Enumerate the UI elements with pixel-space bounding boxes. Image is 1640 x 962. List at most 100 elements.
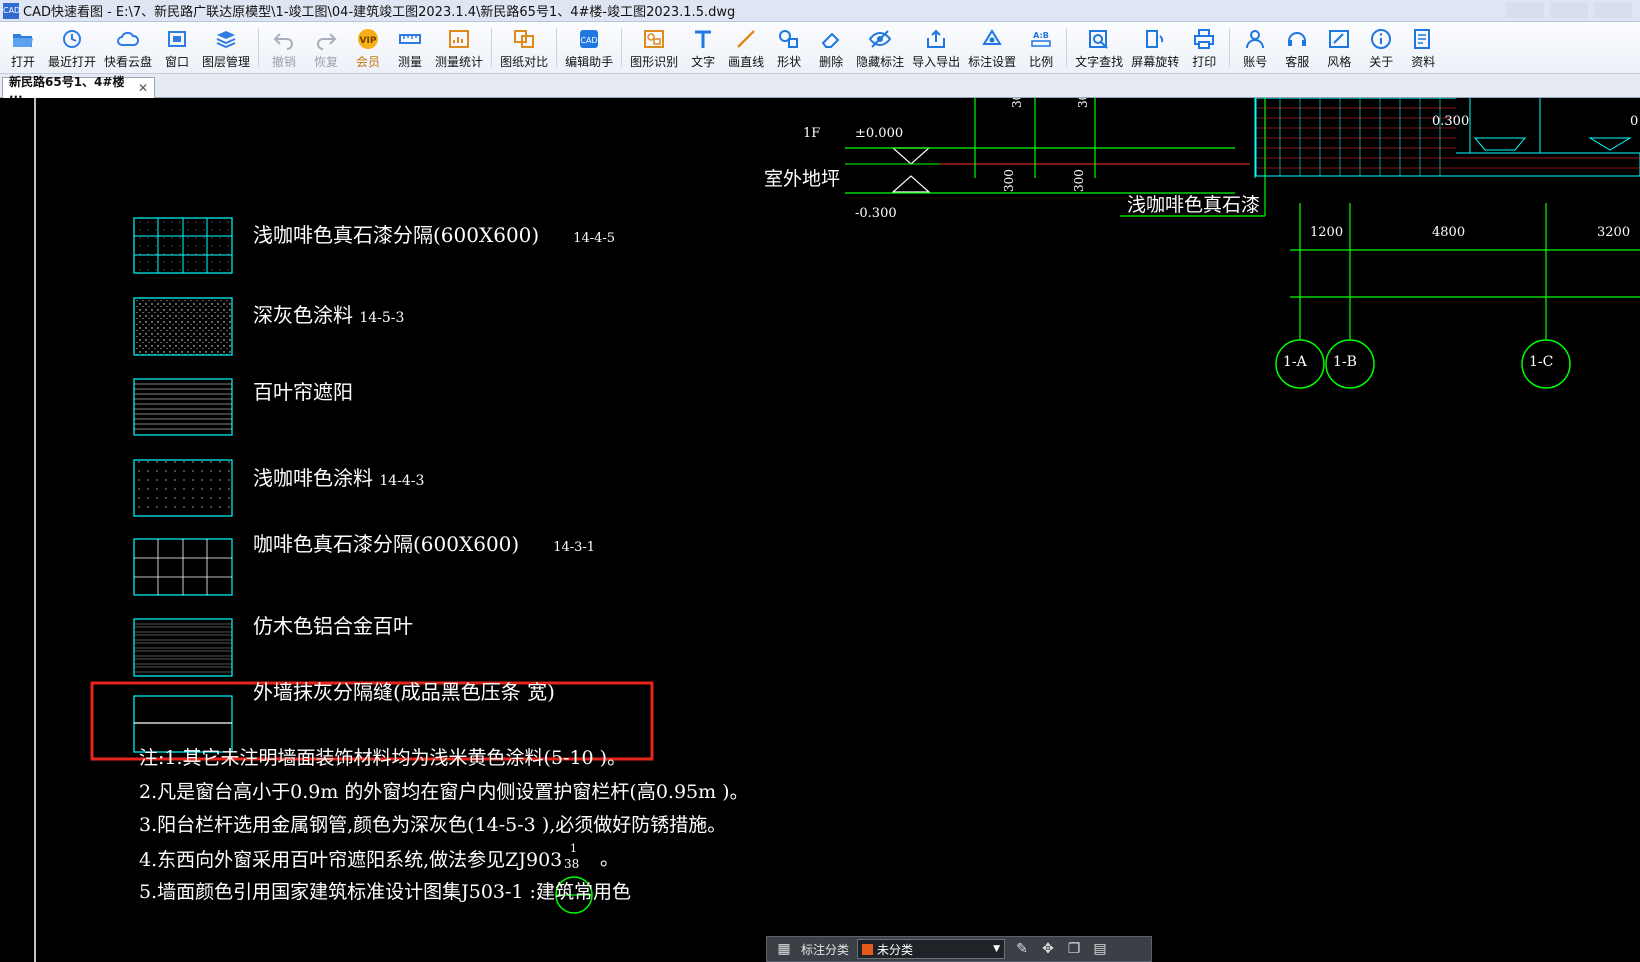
annotation-category-select[interactable]: 未分类 ▼ [857, 939, 1006, 959]
shape-recognize-button[interactable]: 图形识别 [626, 22, 682, 73]
window-title: CAD快速看图 - E:\7、新民路广联达原模型\1-竣工图\04-建筑竣工图2… [23, 5, 736, 20]
compare-button[interactable]: 图纸对比 [496, 22, 552, 73]
toolbar-divider [621, 28, 623, 67]
move-icon[interactable]: ✥ [1039, 940, 1057, 958]
rotate-screen-icon [1146, 30, 1164, 48]
scale-button[interactable]: A:B 比例 [1020, 22, 1062, 73]
document-tab[interactable]: 新民路65号1、4#楼··· ✕ [2, 75, 155, 104]
shape-recognize-icon [644, 30, 665, 48]
paste-icon[interactable]: ▤ [1091, 940, 1109, 958]
toolbar-divider [258, 28, 260, 67]
account-label: 账号 [1243, 55, 1268, 69]
shape-button[interactable]: 形状 [768, 22, 810, 73]
axis-1c-label: 1-C [1529, 354, 1554, 370]
cloud-icon [117, 31, 140, 46]
measure-button[interactable]: 测量 [389, 22, 431, 73]
right-level-partial: 0 [1630, 114, 1639, 129]
undo-button[interactable]: 撤销 [263, 22, 305, 73]
legend-swatch-5 [133, 538, 233, 596]
dimension-4800: 4800 [1432, 225, 1466, 240]
dimension-3200: 3200 [1597, 225, 1631, 240]
about-button[interactable]: 关于 [1360, 22, 1402, 73]
style-button[interactable]: 风格 [1318, 22, 1360, 73]
docs-label: 资料 [1411, 55, 1436, 69]
svg-text:A:B: A:B [1033, 31, 1049, 40]
grid-menu-icon[interactable]: ▦ [775, 940, 793, 958]
style-icon [1329, 30, 1350, 48]
eye-hide-icon [868, 30, 892, 48]
compare-icon [514, 30, 535, 48]
dimension-300-a: 300 [1002, 169, 1016, 192]
legend-text-4: 浅咖啡色涂料 14-4-3 [253, 466, 425, 490]
layers-label: 图层管理 [202, 55, 251, 69]
category-selected-value: 未分类 [877, 942, 914, 957]
annotation-settings-icon [982, 29, 1002, 45]
recent-label: 最近打开 [48, 55, 97, 69]
axis-1a-label: 1-A [1283, 354, 1307, 370]
line-label: 画直线 [728, 55, 765, 69]
window-controls [1506, 2, 1632, 18]
user-icon [1246, 30, 1265, 49]
vip-button[interactable]: VIP 会员 [347, 22, 389, 73]
legend-swatch-1 [133, 217, 233, 274]
toolbar-divider [491, 28, 493, 67]
annotation-category-label: 标注分类 [801, 942, 850, 957]
dimension-top-a: 300 [1010, 98, 1024, 108]
cloud-button[interactable]: 快看云盘 [100, 22, 156, 73]
rotate-screen-button[interactable]: 屏幕旋转 [1127, 22, 1183, 73]
text-label: 文字 [691, 55, 716, 69]
note-line-2: 2.凡是窗台高小于0.9m 的外窗均在窗户内侧设置护窗栏杆(高0.95m )。 [139, 781, 749, 803]
docs-icon [1414, 29, 1431, 49]
minimize-button[interactable] [1506, 2, 1544, 18]
svg-text:CAD: CAD [580, 36, 597, 45]
edit-icon[interactable]: ✎ [1013, 940, 1031, 958]
copy-icon[interactable]: ❐ [1065, 940, 1083, 958]
rotate-screen-label: 屏幕旋转 [1131, 55, 1180, 69]
note-line-4: 4.东西向外窗采用百叶帘遮阳系统,做法参见ZJ903 [139, 849, 563, 871]
drawing-canvas[interactable]: 浅咖啡色真石漆分隔(600X600) 14-4-5 深灰色涂料 14-5-3 百叶… [0, 98, 1640, 962]
text-search-button[interactable]: 文字查找 [1071, 22, 1127, 73]
redo-label: 恢复 [314, 55, 339, 69]
maximize-button[interactable] [1550, 2, 1588, 18]
window-button[interactable]: 窗口 [156, 22, 198, 73]
account-button[interactable]: 账号 [1234, 22, 1276, 73]
close-tab-icon[interactable]: ✕ [138, 81, 148, 95]
line-button[interactable]: 画直线 [724, 22, 768, 73]
dimension-top-b: 300 [1076, 98, 1090, 108]
annotation-settings-button[interactable]: 标注设置 [964, 22, 1020, 73]
legend-text-6: 仿木色铝合金百叶 [253, 614, 413, 638]
app-logo-icon: CAD [3, 2, 20, 19]
measure-stats-button[interactable]: 测量统计 [431, 22, 487, 73]
docs-button[interactable]: 资料 [1402, 22, 1444, 73]
redo-button[interactable]: 恢复 [305, 22, 347, 73]
detail-ref-bottom: 38 [564, 857, 580, 871]
style-label: 风格 [1327, 55, 1352, 69]
open-label: 打开 [10, 55, 35, 69]
main-toolbar: 打开 最近打开 快看云盘 窗口 图层管理 撤销 恢复 VIP 会员 测量 测量统… [0, 22, 1640, 74]
legend-swatch-2 [133, 297, 233, 356]
right-level-label: 0.300 [1432, 114, 1470, 129]
note-line-5: 5.墙面颜色引用国家建筑标准设计图集J503-1 :建筑常用色 [139, 881, 631, 903]
legend-text-1: 浅咖啡色真石漆分隔(600X600) 14-4-5 [253, 223, 616, 247]
title-bar: CAD CAD快速看图 - E:\7、新民路广联达原模型\1-竣工图\04-建筑… [0, 0, 1640, 22]
legend-text-7: 外墙抹灰分隔缝(成品黑色压条 宽) [253, 680, 555, 704]
delete-button[interactable]: 删除 [810, 22, 852, 73]
shape-icon [779, 30, 799, 48]
close-window-button[interactable] [1594, 2, 1632, 18]
edit-assistant-button[interactable]: CAD 编辑助手 [561, 22, 617, 73]
annotation-settings-label: 标注设置 [968, 55, 1017, 69]
folder-open-icon [13, 34, 33, 47]
shape-recognize-label: 图形识别 [630, 55, 679, 69]
print-button[interactable]: 打印 [1183, 22, 1225, 73]
support-button[interactable]: 客服 [1276, 22, 1318, 73]
open-button[interactable]: 打开 [2, 22, 44, 73]
dimension-1200: 1200 [1310, 225, 1344, 240]
legend-swatch-4 [133, 459, 233, 517]
svg-text:VIP: VIP [360, 36, 377, 46]
layers-button[interactable]: 图层管理 [198, 22, 254, 73]
text-button[interactable]: 文字 [682, 22, 724, 73]
hide-annotation-button[interactable]: 隐藏标注 [852, 22, 908, 73]
recent-button[interactable]: 最近打开 [44, 22, 100, 73]
legend-text-5: 咖啡色真石漆分隔(600X600) 14-3-1 [253, 532, 596, 556]
import-export-button[interactable]: 导入导出 [908, 22, 964, 73]
